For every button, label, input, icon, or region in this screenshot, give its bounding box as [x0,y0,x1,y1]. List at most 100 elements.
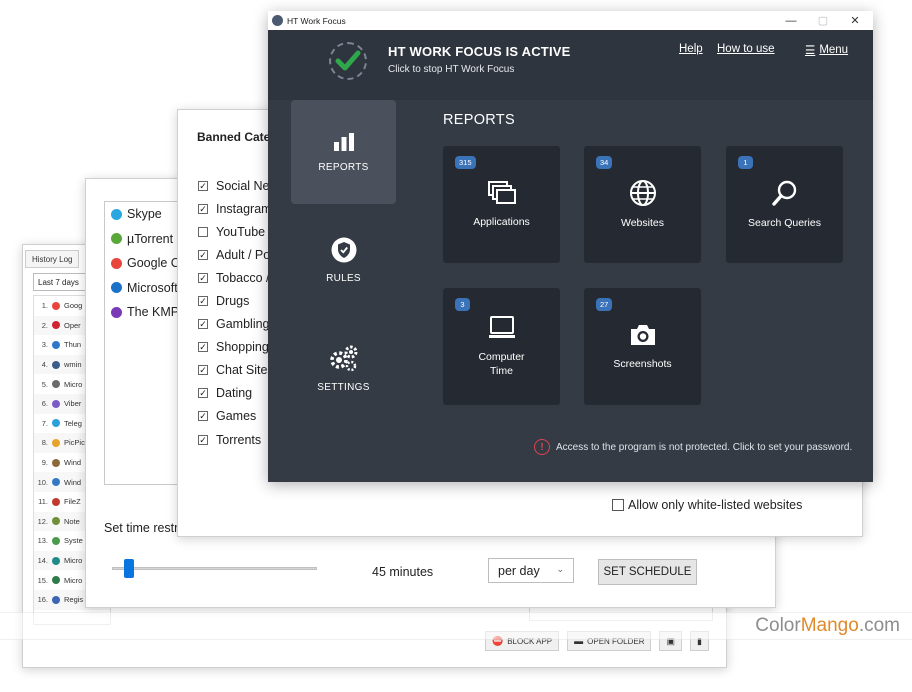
category-item[interactable]: ✓ Drugs [198,289,274,312]
category-label: Social Net [216,178,273,193]
category-item[interactable]: ✓ Adult / Po [198,243,274,266]
history-row-number: 15. [37,575,48,585]
history-row-app: PicPic [64,438,85,448]
app-icon [52,301,60,310]
history-row-number: 7. [41,418,48,428]
history-row-app: Syste [64,536,83,546]
hamburger-icon: ☰ [805,45,816,57]
gears-icon [329,345,357,371]
history-row-number: 5. [41,379,48,389]
status-title[interactable]: HT WORK FOCUS IS ACTIVE [388,44,571,59]
category-item[interactable]: ✓ Chat Sites [198,359,274,382]
app-icon [52,458,60,467]
maximize-button[interactable]: ▢ [808,11,838,30]
category-checkbox[interactable]: ✓ [198,342,208,353]
allow-whitelist-checkbox[interactable] [612,499,624,511]
nav-settings-label: SETTINGS [317,381,370,393]
app-icon [52,360,60,369]
category-item[interactable]: ✓ Social Net [198,174,274,197]
nav-settings[interactable]: SETTINGS [291,316,396,420]
help-link[interactable]: Help [679,43,703,55]
app-name: The KMPl [127,305,182,320]
allow-whitelist-option[interactable]: Allow only white-listed websites [612,498,802,512]
category-item[interactable]: ✓ Games [198,405,274,428]
category-checkbox[interactable]: ✓ [198,180,208,191]
status-toggle[interactable] [329,42,367,80]
tile-screenshots[interactable]: 27 Screenshots [584,288,701,405]
category-item[interactable]: ✓ Instagram [198,197,274,220]
app-icon [111,257,122,269]
category-label: Shopping [216,340,269,355]
tile-search-queries[interactable]: 1 Search Queries [726,146,843,263]
category-item[interactable]: ✓ Dating [198,382,274,405]
status-subtitle[interactable]: Click to stop HT Work Focus [388,64,514,75]
watermark-part2: Mango [800,615,859,636]
tab-history-log[interactable]: History Log [25,250,80,268]
category-checkbox[interactable] [198,226,208,237]
category-list: ✓ Social Net ✓ Instagram YouTube / ✓ Adult / P… [198,174,274,451]
app-icon [111,208,122,220]
computer-time-line1: Computer [478,351,525,363]
category-checkbox[interactable]: ✓ [198,272,208,283]
history-row-number: 4. [41,360,48,370]
category-label: Gambling [216,317,270,332]
history-row-number: 13. [37,536,48,546]
history-row-number: 9. [41,458,48,468]
how-to-use-link[interactable]: How to use [717,43,775,55]
category-label: Torrents [216,432,262,447]
category-checkbox[interactable]: ✓ [198,365,208,376]
nav-rules-label: RULES [326,272,361,284]
nav-rules[interactable]: RULES [291,208,396,312]
tile-applications[interactable]: 315 Applications [443,146,560,263]
tile-computer-time[interactable]: 3 Computer Time [443,288,560,405]
history-row-number: 3. [41,340,48,350]
set-schedule-button[interactable]: SET SCHEDULE [598,559,697,585]
history-row-app: Teleg [64,418,82,428]
password-warning[interactable]: ! Access to the program is not protected… [534,439,852,455]
applications-label: Applications [473,216,530,228]
app-name: Google Cl [127,256,183,271]
time-restriction-label: Set time restri [104,521,182,535]
computer-time-count-badge: 3 [455,298,470,311]
section-title: REPORTS [443,112,515,128]
app-icon [52,576,60,585]
camera-icon [630,325,655,345]
category-checkbox[interactable]: ✓ [198,434,208,445]
banned-categories-title: Banned Categ [197,130,278,144]
category-checkbox[interactable]: ✓ [198,203,208,214]
allow-whitelist-label: Allow only white-listed websites [628,498,803,512]
category-item[interactable]: ✓ Shopping [198,336,274,359]
app-icon [52,438,60,447]
category-checkbox[interactable]: ✓ [198,296,208,307]
history-row-app: Wind [64,477,82,487]
category-checkbox[interactable]: ✓ [198,249,208,260]
history-row-number: 6. [41,399,48,409]
time-slider-track[interactable] [112,567,317,570]
category-checkbox[interactable]: ✓ [198,388,208,399]
app-icon [52,595,60,604]
tile-websites[interactable]: 34 Websites [584,146,701,263]
time-slider-thumb[interactable] [124,559,135,578]
window-title: HT Work Focus [287,15,346,26]
windows-stack-icon [487,181,516,204]
history-row-app: Note [64,516,80,526]
menu-button[interactable]: ☰ Menu [805,43,848,57]
category-item[interactable]: YouTube / [198,220,274,243]
category-item[interactable]: ✓ Tobacco / [198,266,274,289]
category-item[interactable]: ✓ Torrents [198,428,274,451]
app-name: Microsoft [127,280,178,295]
nav-reports[interactable]: REPORTS [291,100,396,204]
category-item[interactable]: ✓ Gambling [198,313,274,336]
category-label: Chat Sites [216,363,274,378]
history-row-app: Goog [64,301,83,311]
close-button[interactable]: ✕ [840,11,870,30]
minimize-button[interactable]: — [776,11,806,30]
minutes-value: 45 minutes [372,565,434,579]
history-row-app: Viber [64,399,82,409]
category-checkbox[interactable]: ✓ [198,319,208,330]
period-select[interactable]: per day ⌄ [488,558,574,583]
history-row-app: Thun [64,340,82,350]
menu-label: Menu [819,44,849,56]
category-checkbox[interactable]: ✓ [198,411,208,422]
bar-chart-icon [333,132,354,151]
